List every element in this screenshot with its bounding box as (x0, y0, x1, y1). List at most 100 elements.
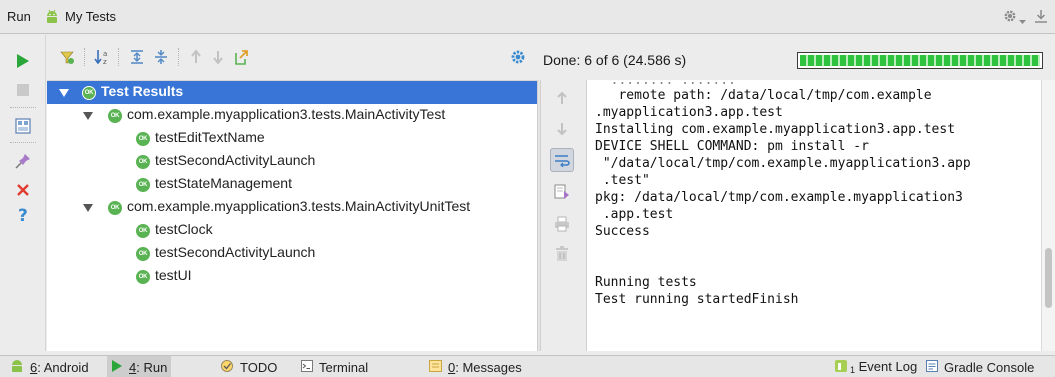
ok-badge-icon: OK (108, 201, 122, 215)
tree-node-suite[interactable]: OK com.example.myapplication3.tests.Main… (47, 196, 537, 219)
svg-text:?: ? (18, 206, 28, 224)
console-scrollbar[interactable] (1041, 80, 1055, 351)
tree-node-label: testEditTextName (155, 129, 265, 145)
down-icon[interactable] (550, 117, 574, 141)
pin-icon[interactable] (13, 151, 33, 171)
toolbar-separator (10, 142, 36, 143)
ok-badge-icon: OK (136, 247, 150, 261)
android-icon (44, 9, 60, 28)
rerun-icon[interactable] (13, 51, 33, 71)
test-results-tree[interactable]: OK Test Results OK com.example.myapplica… (47, 80, 537, 351)
tree-node-test[interactable]: OK testSecondActivityLaunch (47, 242, 537, 265)
tab-label: Terminal (319, 359, 369, 375)
ok-badge-icon: OK (136, 155, 150, 169)
pane-splitter[interactable] (537, 80, 541, 351)
up-icon[interactable] (550, 86, 574, 110)
toolbar-separator (118, 48, 119, 66)
export-icon[interactable] (230, 46, 252, 68)
prev-failed-icon[interactable] (185, 46, 207, 68)
tree-node-root[interactable]: OK Test Results (47, 81, 537, 104)
toolbar-separator (10, 107, 36, 108)
console-output[interactable]: ........ ....... remote path: /data/loca… (586, 80, 1041, 351)
ok-badge-icon: OK (82, 86, 96, 100)
tab-android[interactable]: 6: Android (6, 356, 93, 377)
console-line: pkg: /data/local/tmp/com.example.myappli… (595, 190, 963, 205)
scroll-to-end-icon[interactable] (550, 180, 574, 204)
help-icon[interactable]: ? (13, 205, 33, 225)
test-progress-fill (800, 55, 1040, 66)
svg-text:z: z (103, 58, 107, 65)
ok-badge-icon: OK (136, 132, 150, 146)
tab-event-log[interactable]: 1 Event Log (831, 356, 921, 377)
tool-window-title: Run (7, 9, 31, 24)
gear-icon[interactable] (1003, 9, 1017, 26)
ok-badge-icon: OK (136, 270, 150, 284)
layout-icon[interactable] (13, 116, 33, 136)
tab-run[interactable]: 4: Run (107, 356, 172, 377)
tree-node-test[interactable]: OK testUI (47, 265, 537, 288)
tab-todo[interactable]: TODO (216, 356, 281, 377)
ok-badge-icon: OK (108, 109, 122, 123)
close-icon[interactable] (13, 180, 33, 200)
tree-node-label: testStateManagement (155, 175, 292, 191)
console-line: .test" (595, 173, 650, 188)
ok-badge-icon: OK (136, 178, 150, 192)
expand-arrow-icon[interactable] (59, 89, 69, 97)
stop-icon[interactable] (13, 80, 33, 100)
todo-icon (220, 359, 234, 376)
console-line: "/data/local/tmp/com.example.myapplicati… (595, 156, 971, 171)
run-toolbar: ? (0, 35, 46, 351)
tab-label: : Messages (455, 359, 522, 375)
tree-node-test[interactable]: OK testSecondActivityLaunch (47, 150, 537, 173)
tree-node-test[interactable]: OK testClock (47, 219, 537, 242)
clear-icon[interactable] (550, 242, 574, 266)
event-log-icon (835, 359, 847, 375)
tool-window-header: Run My Tests (0, 0, 1055, 34)
console-line: Installing com.example.myapplication3.ap… (595, 122, 956, 137)
android-icon (10, 359, 24, 376)
tab-messages[interactable]: 0: Messages (425, 356, 526, 377)
tab-label: : Android (37, 359, 89, 375)
console-line: DEVICE SHELL COMMAND: pm install -r (595, 139, 869, 154)
tree-node-suite[interactable]: OK com.example.myapplication3.tests.Main… (47, 104, 537, 127)
test-tree-toolbar: az (47, 46, 537, 76)
tree-node-label: testSecondActivityLaunch (155, 244, 316, 260)
ok-badge-icon: OK (136, 224, 150, 238)
test-progress-bar (797, 52, 1043, 69)
tab-label: Event Log (858, 359, 918, 374)
run-icon (111, 359, 123, 376)
expand-arrow-icon[interactable] (83, 112, 93, 120)
tree-node-label: com.example.myapplication3.tests.MainAct… (127, 198, 471, 214)
messages-icon (429, 359, 442, 375)
sort-alpha-icon[interactable]: az (92, 46, 114, 68)
chevron-down-icon[interactable] (1019, 13, 1026, 28)
soft-wrap-icon[interactable] (550, 148, 574, 172)
toolbar-separator (178, 48, 179, 66)
console-line: .app.test (595, 207, 674, 222)
tab-label: : Run (136, 359, 168, 375)
console-line: .myapplication3.app.test (595, 105, 783, 120)
expand-all-icon[interactable] (126, 46, 148, 68)
next-failed-icon[interactable] (207, 46, 229, 68)
print-icon[interactable] (550, 212, 574, 236)
tree-node-label: testSecondActivityLaunch (155, 152, 316, 168)
console-toolbar (543, 80, 583, 351)
tree-node-test[interactable]: OK testStateManagement (47, 173, 537, 196)
svg-text:a: a (103, 50, 107, 58)
hide-passed-icon[interactable] (56, 46, 78, 68)
tree-node-label: testUI (155, 267, 192, 283)
gradle-console-icon (926, 359, 938, 375)
event-count-badge: 1 (850, 365, 856, 375)
tab-terminal[interactable]: Terminal (297, 356, 372, 377)
terminal-icon (301, 359, 313, 375)
tree-node-test[interactable]: OK testEditTextName (47, 127, 537, 150)
settings-icon[interactable] (507, 46, 529, 68)
hide-icon[interactable] (1034, 8, 1048, 27)
collapse-all-icon[interactable] (150, 46, 172, 68)
console-line: Success (595, 224, 650, 239)
run-configuration-name: My Tests (65, 9, 117, 24)
expand-arrow-icon[interactable] (83, 204, 93, 212)
tab-gradle-console[interactable]: Gradle Console (922, 356, 1038, 377)
scrollbar-thumb[interactable] (1045, 248, 1052, 308)
tab-label: TODO (240, 359, 278, 375)
